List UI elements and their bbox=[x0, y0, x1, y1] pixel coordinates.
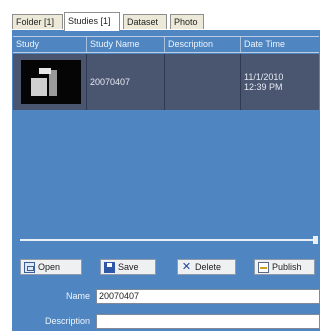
study-name-text: 20070407 bbox=[90, 77, 131, 87]
cell-description bbox=[165, 54, 241, 110]
description-field[interactable] bbox=[96, 314, 320, 329]
open-button[interactable]: Open bbox=[20, 259, 82, 275]
cell-study-name: 20070407 bbox=[87, 54, 165, 110]
delete-button[interactable]: ✕ Delete bbox=[177, 259, 236, 275]
study-thumbnail-image bbox=[21, 60, 81, 104]
time-text: 12:39 PM bbox=[244, 82, 283, 92]
tab-studies[interactable]: Studies [1] bbox=[64, 12, 120, 31]
column-header-description[interactable]: Description bbox=[165, 37, 241, 52]
open-label: Open bbox=[38, 262, 61, 272]
tab-bar: Folder [1] Studies [1] Dataset Photo bbox=[12, 12, 320, 31]
cell-date-time: 11/1/2010 12:39 PM bbox=[241, 54, 319, 110]
tab-folder[interactable]: Folder [1] bbox=[12, 14, 63, 29]
column-header-date-time[interactable]: Date Time bbox=[241, 37, 319, 52]
save-button[interactable]: Save bbox=[100, 259, 156, 275]
folder-open-icon bbox=[24, 261, 35, 273]
slider-knob[interactable] bbox=[313, 236, 318, 244]
date-text: 11/1/2010 bbox=[244, 72, 284, 82]
publish-icon bbox=[258, 261, 269, 273]
tab-dataset[interactable]: Dataset bbox=[123, 14, 167, 29]
studies-panel: Study Study Name Description Date Time 2… bbox=[12, 30, 320, 331]
zoom-slider[interactable] bbox=[20, 236, 318, 244]
table-header: Study Study Name Description Date Time bbox=[13, 36, 319, 53]
save-label: Save bbox=[118, 262, 139, 272]
column-header-study-name[interactable]: Study Name bbox=[87, 37, 165, 52]
publish-button[interactable]: Publish bbox=[254, 259, 315, 275]
slider-track bbox=[20, 239, 314, 241]
tab-photo[interactable]: Photo bbox=[170, 14, 204, 29]
x-delete-icon: ✕ bbox=[181, 260, 192, 273]
floppy-disk-icon bbox=[104, 261, 115, 273]
name-field[interactable]: 20070407 bbox=[96, 289, 320, 304]
table-row[interactable]: 20070407 11/1/2010 12:39 PM bbox=[13, 54, 319, 110]
studies-window: Folder [1] Studies [1] Dataset Photo Stu… bbox=[0, 0, 320, 331]
name-label: Name bbox=[65, 291, 90, 301]
cell-study bbox=[13, 54, 87, 110]
description-label: Description bbox=[44, 316, 90, 326]
delete-label: Delete bbox=[195, 262, 222, 272]
column-header-study[interactable]: Study bbox=[13, 37, 87, 52]
publish-label: Publish bbox=[272, 262, 302, 272]
